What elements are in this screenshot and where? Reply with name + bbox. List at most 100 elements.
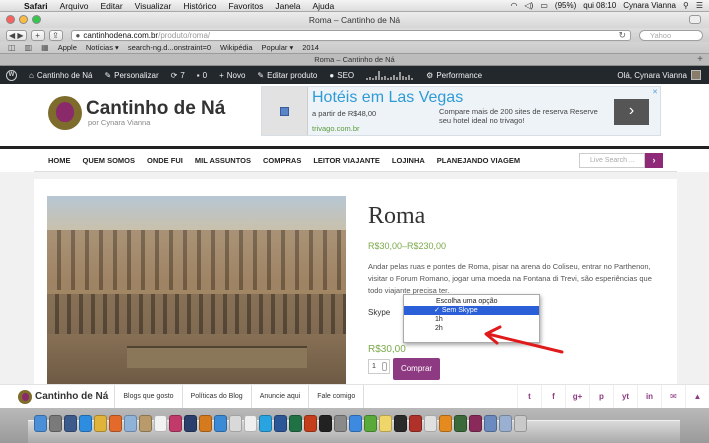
photos-icon[interactable] (424, 415, 437, 432)
skype-icon[interactable] (259, 415, 272, 432)
dropdown-option-placeholder[interactable]: Escolha uma opção (404, 297, 539, 306)
wifi-icon[interactable]: ◠ (511, 1, 518, 10)
back-to-top-icon[interactable]: ▲ (685, 384, 709, 409)
terminal-icon[interactable] (319, 415, 332, 432)
search-field[interactable]: Yahoo (639, 29, 703, 41)
footer-logo[interactable]: Cantinho de Ná (0, 384, 116, 409)
admin-edit-product[interactable]: ✎ Editar produto (251, 71, 323, 80)
mail-icon[interactable] (124, 415, 137, 432)
menu-editar[interactable]: Editar (94, 1, 128, 11)
dropdown-option-selected[interactable]: ✓ Sem Skype (404, 306, 539, 315)
youtube-icon[interactable]: yt (613, 384, 637, 409)
wp-logo-menu[interactable]: W (0, 69, 23, 81)
evernote-icon[interactable] (364, 415, 377, 432)
notes-icon[interactable] (379, 415, 392, 432)
buy-button[interactable]: Comprar (393, 358, 440, 380)
admin-site-name[interactable]: ⌂ Cantinho de Ná (23, 71, 98, 80)
nav-item-leitor-viajante[interactable]: LEITOR VIAJANTE (313, 156, 380, 165)
bookmark-item[interactable]: Notícias ▾ (86, 43, 119, 52)
itunes-icon[interactable] (169, 415, 182, 432)
app-store-icon[interactable] (214, 415, 227, 432)
back-button[interactable]: ◀ ▶ (6, 29, 27, 41)
menu-visualizar[interactable]: Visualizar (129, 1, 178, 11)
nav-item-compras[interactable]: COMPRAS (263, 156, 301, 165)
trash-icon[interactable] (514, 415, 527, 432)
indesign-icon[interactable] (469, 415, 482, 432)
facebook-icon[interactable]: f (541, 384, 565, 409)
firefox-icon[interactable] (109, 415, 122, 432)
ad-link[interactable]: trivago.com.br (312, 124, 360, 133)
chrome-icon[interactable] (94, 415, 107, 432)
footer-link-fale[interactable]: Fale comigo (309, 384, 365, 409)
menu-janela[interactable]: Janela (269, 1, 306, 11)
calendar-icon[interactable] (154, 415, 167, 432)
spotify-icon[interactable] (394, 415, 407, 432)
reading-list-icon[interactable]: ◫ (8, 43, 16, 52)
downloads-icon[interactable] (484, 415, 497, 432)
add-tab-icon[interactable]: + (697, 54, 703, 66)
battery-icon[interactable]: ▭ (540, 1, 548, 10)
dropdown-option[interactable]: 2h (404, 324, 539, 333)
bookmark-item[interactable]: Wikipédia (220, 43, 253, 52)
documents-icon[interactable] (499, 415, 512, 432)
menu-arquivo[interactable]: Arquivo (54, 1, 95, 11)
system-preferences-icon[interactable] (334, 415, 347, 432)
menu-favoritos[interactable]: Favoritos (222, 1, 269, 11)
close-window-button[interactable] (6, 15, 15, 24)
filezilla-icon[interactable] (409, 415, 422, 432)
dropbox-icon[interactable] (349, 415, 362, 432)
menubar-clock[interactable]: qui 08:10 (583, 1, 616, 10)
volume-icon[interactable]: ◁) (525, 1, 534, 10)
admin-updates[interactable]: ⟳ 7 (165, 71, 191, 80)
nav-item-lojinha[interactable]: LOJINHA (392, 156, 425, 165)
admin-account[interactable]: Olá, Cynara Vianna (617, 70, 709, 80)
bookmark-item[interactable]: search-ng.d...onstraint=0 (128, 43, 211, 52)
word-icon[interactable] (274, 415, 287, 432)
dropdown-option[interactable]: 1h (404, 315, 539, 324)
nav-item-planejando-viagem[interactable]: PLANEJANDO VIAGEM (437, 156, 520, 165)
product-image-colosseum[interactable] (47, 196, 346, 384)
bookmark-item[interactable]: Apple (58, 43, 77, 52)
nav-item-mil-assuntos[interactable]: MIL ASSUNTOS (195, 156, 251, 165)
vlc-icon[interactable] (439, 415, 452, 432)
nav-item-home[interactable]: HOME (48, 156, 71, 165)
menu-app-safari[interactable]: Safari (18, 1, 54, 11)
illustrator-icon[interactable] (199, 415, 212, 432)
admin-comments[interactable]: ▪ 0 (191, 71, 213, 80)
stepper-arrows-icon[interactable] (382, 362, 387, 371)
zoom-window-button[interactable] (32, 15, 41, 24)
photoshop-icon[interactable] (184, 415, 197, 432)
share-button[interactable]: ⇪ (48, 29, 63, 41)
ad-close-icon[interactable]: ✕ (652, 88, 658, 96)
bookmark-item[interactable]: 2014 (302, 43, 319, 52)
admin-seo[interactable]: ● SEO (323, 71, 360, 80)
footer-link-blogs[interactable]: Blogs que gosto (115, 384, 183, 409)
ad-title[interactable]: Hotéis em Las Vegas (312, 89, 463, 107)
mission-control-icon[interactable] (64, 415, 77, 432)
email-icon[interactable]: ✉ (661, 384, 685, 409)
admin-performance[interactable]: ⚙ Performance (420, 71, 488, 80)
ad-next-button[interactable]: › (614, 99, 649, 125)
site-logo[interactable]: Cantinho de Ná por Cynara Vianna (48, 96, 225, 130)
new-tab-button[interactable]: + (30, 29, 45, 41)
launchpad-icon[interactable] (49, 415, 62, 432)
dreamweaver-icon[interactable] (454, 415, 467, 432)
finder-icon[interactable] (34, 415, 47, 432)
twitter-icon[interactable]: t (517, 384, 541, 409)
menu-historico[interactable]: Histórico (177, 1, 222, 11)
spotlight-icon[interactable]: ⚲ (683, 1, 689, 10)
textedit-icon[interactable] (244, 415, 257, 432)
top-sites-icon[interactable]: ▦ (41, 43, 49, 52)
excel-icon[interactable] (289, 415, 302, 432)
bookmark-item[interactable]: Popular ▾ (262, 43, 294, 52)
powerpoint-icon[interactable] (304, 415, 317, 432)
linkedin-icon[interactable]: in (637, 384, 661, 409)
bookmarks-icon[interactable]: ▥ (25, 43, 33, 52)
admin-customize[interactable]: ✎ Personalizar (98, 71, 164, 80)
google-plus-icon[interactable]: g+ (565, 384, 589, 409)
quantity-stepper[interactable]: 1 (368, 359, 390, 374)
admin-stats-graph[interactable] (360, 70, 420, 80)
footer-link-politicas[interactable]: Políticas do Blog (183, 384, 252, 409)
minimize-window-button[interactable] (19, 15, 28, 24)
menubar-user[interactable]: Cynara Vianna (623, 1, 676, 10)
